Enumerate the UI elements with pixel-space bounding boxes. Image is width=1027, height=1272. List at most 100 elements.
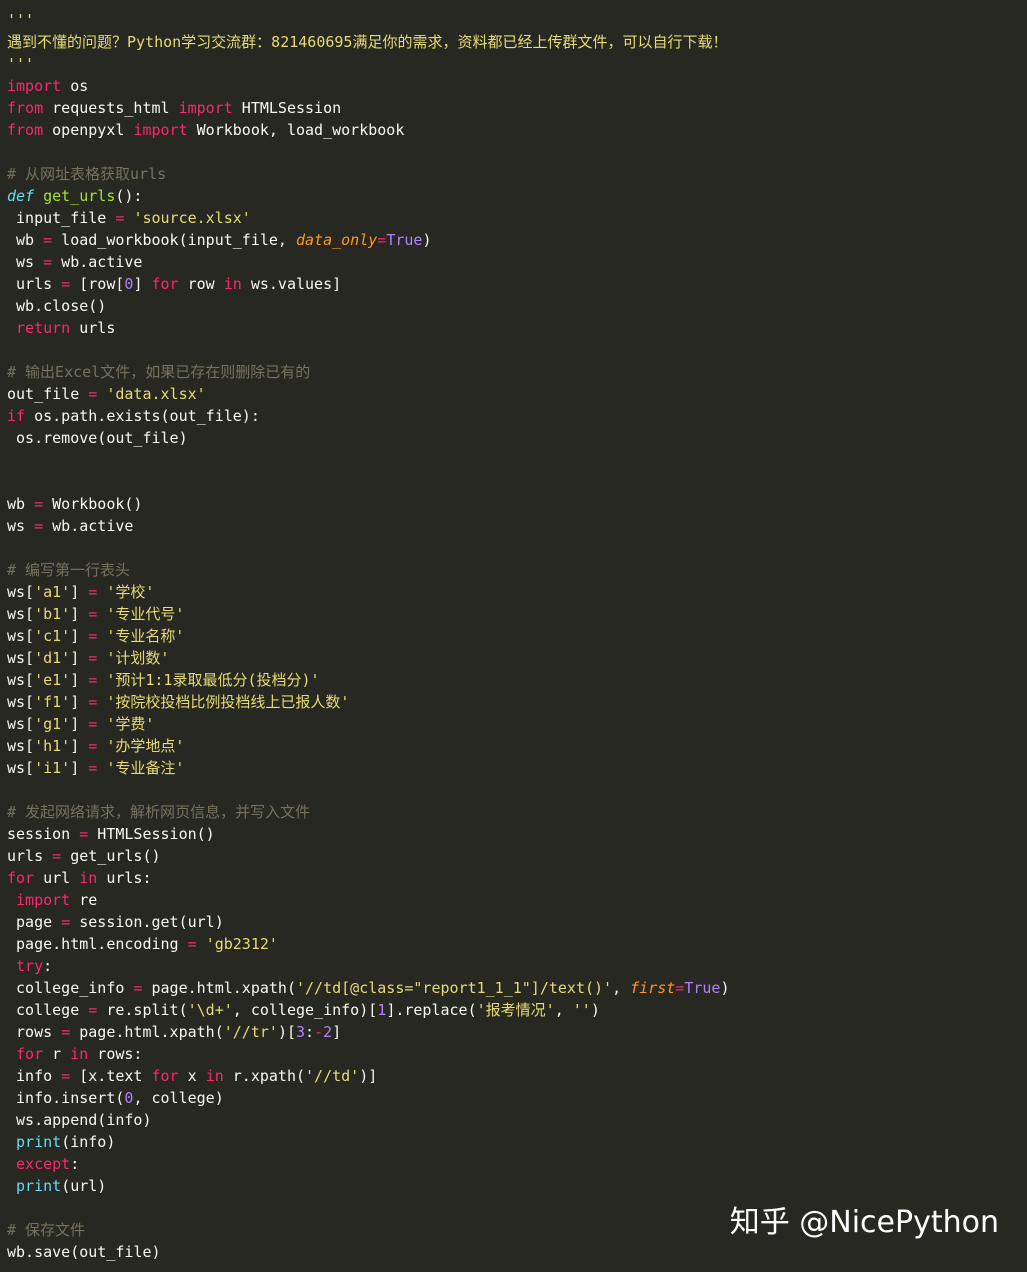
code-line: ws = wb.active (7, 515, 1027, 537)
code-line: ws = wb.active (7, 251, 1027, 273)
code-token-operator: = (88, 649, 98, 667)
code-token-string: 'd1' (34, 649, 71, 667)
code-token-keyword: in (70, 1045, 89, 1063)
code-line: ws['c1'] = '专业名称' (7, 625, 1027, 647)
code-token-string: '学费' (106, 715, 155, 733)
code-token-plain: , (612, 979, 631, 997)
code-token-comment: # 从网址表格获取urls (7, 165, 167, 183)
code-token-plain: page (7, 913, 62, 931)
code-token-operator: = (675, 979, 685, 997)
code-token-string: 'f1' (34, 693, 71, 711)
code-token-plain: session (7, 825, 80, 843)
code-token-operator: = (61, 1067, 71, 1085)
code-token-plain: Workbook() (43, 495, 143, 513)
code-editor[interactable]: ''' 遇到不懂的问题？Python学习交流群：821460695满足你的需求，资… (0, 9, 1027, 1263)
code-token-plain: rows: (88, 1045, 143, 1063)
code-line: import re (7, 889, 1027, 911)
code-token-keyword: if (7, 407, 26, 425)
code-token-plain: ws[ (7, 583, 35, 601)
code-token-plain: (url) (61, 1177, 107, 1195)
code-token-plain: ) (422, 231, 432, 249)
code-line: ''' (7, 9, 1027, 31)
code-token-string: '专业名称' (106, 627, 185, 645)
code-token-plain: )] (359, 1067, 378, 1085)
code-line: for url in urls: (7, 867, 1027, 889)
code-token-plain: wb.active (43, 517, 134, 535)
code-token-string: 'b1' (34, 605, 71, 623)
code-token-plain: input_file (7, 209, 116, 227)
code-token-plain: ws[ (7, 605, 35, 623)
code-line: if os.path.exists(out_file): (7, 405, 1027, 427)
code-line: 遇到不懂的问题？Python学习交流群：821460695满足你的需求，资料都已… (7, 31, 1027, 53)
code-line: ws.append(info) (7, 1109, 1027, 1131)
code-token-plain: : (43, 957, 53, 975)
code-token-string: '专业备注' (106, 759, 185, 777)
code-token-operator: = (61, 1023, 71, 1041)
code-token-plain: ] (70, 627, 89, 645)
code-token-plain: ws (7, 253, 44, 271)
code-token-plain: urls: (97, 869, 152, 887)
code-token-plain: ws (7, 517, 35, 535)
code-token-operator: = (34, 495, 44, 513)
code-token-plain: ] (70, 605, 89, 623)
code-token-param: first (630, 979, 676, 997)
code-token-plain: ws[ (7, 649, 35, 667)
code-line: ws['g1'] = '学费' (7, 713, 1027, 735)
code-token-plain: os.path.exists(out_file): (25, 407, 260, 425)
code-token-keyword: in (205, 1067, 224, 1085)
code-token-string: 'data.xlsx' (106, 385, 206, 403)
code-token-plain: (): (115, 187, 143, 205)
code-line: # 发起网络请求，解析网页信息，并写入文件 (7, 801, 1027, 823)
code-token-string: '//td[@class="report1_1_1"]/text()' (296, 979, 613, 997)
code-token-string: 遇到不懂的问题？Python学习交流群：821460695满足你的需求，资料都已… (7, 33, 728, 51)
code-token-plain: out_file (7, 385, 89, 403)
code-token-number: 2 (323, 1023, 333, 1041)
code-token-string: '计划数' (106, 649, 170, 667)
code-token-plain: ] (70, 737, 89, 755)
code-token-keyword: import (178, 99, 233, 117)
code-token-operator: = (88, 627, 98, 645)
code-token-param: data_only (296, 231, 378, 249)
code-token-plain: [row[ (70, 275, 125, 293)
code-token-plain: openpyxl (43, 121, 134, 139)
code-token-plain: college (7, 1001, 89, 1019)
code-token-plain: ws[ (7, 627, 35, 645)
code-token-keyword: for (151, 1067, 179, 1085)
code-token-plain: : (305, 1023, 315, 1041)
code-token-operator: = (61, 275, 71, 293)
code-token-plain: urls (7, 275, 62, 293)
code-token-operator: = (187, 935, 197, 953)
code-token-number: 3 (296, 1023, 306, 1041)
code-token-plain: page.html.xpath( (142, 979, 296, 997)
code-token-string: 'a1' (34, 583, 71, 601)
code-token-plain: wb.active (52, 253, 143, 271)
code-token-plain: : (70, 1155, 80, 1173)
code-token-plain: , (554, 1001, 573, 1019)
code-token-plain: [x.text (70, 1067, 152, 1085)
code-token-plain: requests_html (43, 99, 179, 117)
code-token-keyword: import (133, 121, 188, 139)
code-token-plain: r.xpath( (223, 1067, 306, 1085)
code-line: print(info) (7, 1131, 1027, 1153)
code-token-plain: (info) (61, 1133, 116, 1151)
code-line: def get_urls(): (7, 185, 1027, 207)
code-token-comment: # 编写第一行表头 (7, 561, 131, 579)
code-token-string: '\d+' (187, 1001, 233, 1019)
code-token-plain: ] (70, 671, 89, 689)
code-token-plain: ] (332, 1023, 342, 1041)
code-token-string: 'g1' (34, 715, 71, 733)
code-token-builtin: print (16, 1133, 62, 1151)
code-line: # 编写第一行表头 (7, 559, 1027, 581)
code-token-constant: True (386, 231, 423, 249)
code-line: urls = get_urls() (7, 845, 1027, 867)
